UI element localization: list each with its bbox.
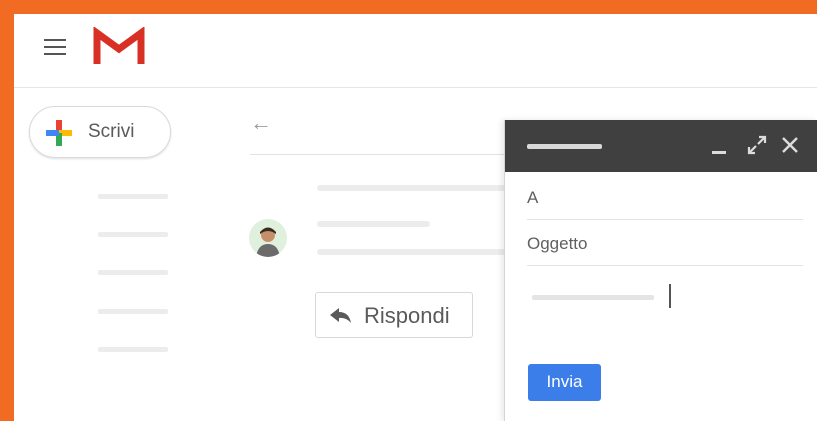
content-divider — [250, 154, 510, 155]
message-subject-placeholder — [317, 185, 512, 191]
sidebar-item-placeholder[interactable] — [98, 347, 168, 352]
subject-field[interactable]: Oggetto — [527, 220, 803, 266]
close-icon[interactable] — [779, 134, 801, 156]
compose-button-label: Scrivi — [88, 121, 135, 142]
plus-multicolor-icon — [46, 120, 72, 146]
minimize-icon[interactable] — [709, 142, 731, 156]
reply-button-label: Rispondi — [364, 303, 450, 328]
back-arrow-icon[interactable]: ← — [250, 110, 272, 136]
to-field-label: A — [527, 188, 539, 207]
app-window: Scrivi ← Rispondi A Oggetto Invia — [14, 14, 817, 421]
message-body-text-placeholder[interactable] — [532, 295, 654, 300]
send-button-label: Invia — [546, 372, 583, 391]
compose-window: A Oggetto Invia — [504, 120, 817, 421]
reply-arrow-icon — [330, 308, 351, 323]
text-cursor — [669, 284, 671, 308]
sidebar-item-placeholder[interactable] — [98, 232, 168, 237]
compose-header — [505, 120, 817, 172]
sidebar-item-placeholder[interactable] — [98, 309, 168, 314]
avatar — [249, 219, 287, 257]
gmail-logo-icon[interactable] — [93, 27, 145, 67]
subject-field-label: Oggetto — [527, 234, 588, 253]
compose-button[interactable]: Scrivi — [29, 106, 171, 158]
message-body-placeholder — [317, 249, 512, 255]
to-field[interactable]: A — [527, 174, 803, 220]
sidebar-item-placeholder[interactable] — [98, 194, 168, 199]
compose-title-placeholder — [527, 144, 602, 149]
person-avatar-icon — [256, 227, 280, 257]
send-button[interactable]: Invia — [528, 364, 601, 401]
reply-button[interactable]: Rispondi — [315, 292, 473, 338]
message-sender-placeholder — [317, 221, 430, 227]
sidebar-item-placeholder[interactable] — [98, 270, 168, 275]
expand-icon[interactable] — [745, 133, 769, 157]
top-bar — [14, 14, 817, 88]
hamburger-menu-icon[interactable] — [44, 39, 66, 55]
